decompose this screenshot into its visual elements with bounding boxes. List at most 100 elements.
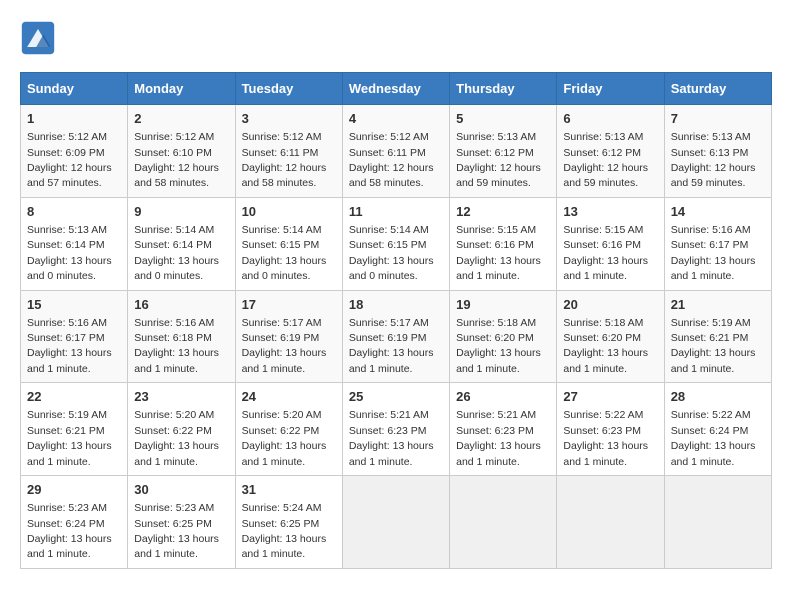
day-number: 15 [27, 296, 121, 314]
calendar-cell: 4 Sunrise: 5:12 AM Sunset: 6:11 PM Daylig… [342, 105, 449, 198]
day-info: Sunrise: 5:20 AM Sunset: 6:22 PM Dayligh… [242, 409, 327, 467]
calendar-cell: 5Sunrise: 5:13 AM Sunset: 6:12 PM Daylig… [450, 105, 557, 198]
day-info: Sunrise: 5:15 AM Sunset: 6:16 PM Dayligh… [456, 224, 541, 282]
calendar-cell: 18 Sunrise: 5:17 AM Sunset: 6:19 PM Dayli… [342, 290, 449, 383]
logo [20, 20, 62, 56]
calendar-cell: 27Sunrise: 5:22 AM Sunset: 6:23 PM Dayli… [557, 383, 664, 476]
day-info: Sunrise: 5:18 AM Sunset: 6:20 PM Dayligh… [456, 317, 541, 375]
calendar-cell: 22 Sunrise: 5:19 AM Sunset: 6:21 PM Dayli… [21, 383, 128, 476]
day-number: 6 [563, 110, 657, 128]
calendar-cell [450, 476, 557, 569]
day-info: Sunrise: 5:16 AM Sunset: 6:17 PM Dayligh… [671, 224, 756, 282]
calendar-cell: 7 Sunrise: 5:13 AM Sunset: 6:13 PM Daylig… [664, 105, 771, 198]
day-info: Sunrise: 5:20 AM Sunset: 6:22 PM Dayligh… [134, 409, 219, 467]
calendar-cell: 14 Sunrise: 5:16 AM Sunset: 6:17 PM Dayli… [664, 197, 771, 290]
calendar-cell: 21 Sunrise: 5:19 AM Sunset: 6:21 PM Dayli… [664, 290, 771, 383]
day-number: 31 [242, 481, 336, 499]
day-number: 18 [349, 296, 443, 314]
day-info: Sunrise: 5:14 AM Sunset: 6:15 PM Dayligh… [242, 224, 327, 282]
day-number: 24 [242, 388, 336, 406]
calendar-cell: 2Sunrise: 5:12 AM Sunset: 6:10 PM Daylig… [128, 105, 235, 198]
day-number: 26 [456, 388, 550, 406]
calendar-cell: 31 Sunrise: 5:24 AM Sunset: 6:25 PM Dayli… [235, 476, 342, 569]
calendar-cell: 30 Sunrise: 5:23 AM Sunset: 6:25 PM Dayli… [128, 476, 235, 569]
day-info: Sunrise: 5:17 AM Sunset: 6:19 PM Dayligh… [349, 317, 434, 375]
day-info: Sunrise: 5:13 AM Sunset: 6:12 PM Dayligh… [563, 131, 648, 189]
day-info: Sunrise: 5:19 AM Sunset: 6:21 PM Dayligh… [671, 317, 756, 375]
day-number: 11 [349, 203, 443, 221]
day-info: Sunrise: 5:22 AM Sunset: 6:24 PM Dayligh… [671, 409, 756, 467]
day-number: 12 [456, 203, 550, 221]
day-number: 20 [563, 296, 657, 314]
day-number: 22 [27, 388, 121, 406]
day-number: 13 [563, 203, 657, 221]
logo-icon [20, 20, 56, 56]
day-number: 2 [134, 110, 228, 128]
header-wednesday: Wednesday [342, 73, 449, 105]
calendar-week-row: 15 Sunrise: 5:16 AM Sunset: 6:17 PM Dayli… [21, 290, 772, 383]
day-info: Sunrise: 5:22 AM Sunset: 6:23 PM Dayligh… [563, 409, 648, 467]
day-number: 8 [27, 203, 121, 221]
day-number: 17 [242, 296, 336, 314]
calendar-week-row: 22 Sunrise: 5:19 AM Sunset: 6:21 PM Dayli… [21, 383, 772, 476]
page-header [20, 20, 772, 56]
calendar-cell: 29Sunrise: 5:23 AM Sunset: 6:24 PM Dayli… [21, 476, 128, 569]
day-number: 3 [242, 110, 336, 128]
calendar-cell: 20 Sunrise: 5:18 AM Sunset: 6:20 PM Dayli… [557, 290, 664, 383]
calendar-cell: 26Sunrise: 5:21 AM Sunset: 6:23 PM Dayli… [450, 383, 557, 476]
day-number: 16 [134, 296, 228, 314]
day-info: Sunrise: 5:18 AM Sunset: 6:20 PM Dayligh… [563, 317, 648, 375]
calendar-cell: 25Sunrise: 5:21 AM Sunset: 6:23 PM Dayli… [342, 383, 449, 476]
day-info: Sunrise: 5:17 AM Sunset: 6:19 PM Dayligh… [242, 317, 327, 375]
calendar-cell: 17 Sunrise: 5:17 AM Sunset: 6:19 PM Dayli… [235, 290, 342, 383]
day-number: 30 [134, 481, 228, 499]
day-info: Sunrise: 5:23 AM Sunset: 6:25 PM Dayligh… [134, 502, 219, 560]
calendar-cell: 24 Sunrise: 5:20 AM Sunset: 6:22 PM Dayli… [235, 383, 342, 476]
day-number: 25 [349, 388, 443, 406]
calendar-cell: 16 Sunrise: 5:16 AM Sunset: 6:18 PM Dayli… [128, 290, 235, 383]
calendar-cell: 11 Sunrise: 5:14 AM Sunset: 6:15 PM Dayli… [342, 197, 449, 290]
day-number: 1 [27, 110, 121, 128]
header-tuesday: Tuesday [235, 73, 342, 105]
day-info: Sunrise: 5:16 AM Sunset: 6:18 PM Dayligh… [134, 317, 219, 375]
day-info: Sunrise: 5:16 AM Sunset: 6:17 PM Dayligh… [27, 317, 112, 375]
day-info: Sunrise: 5:13 AM Sunset: 6:13 PM Dayligh… [671, 131, 756, 189]
calendar-cell: 23 Sunrise: 5:20 AM Sunset: 6:22 PM Dayli… [128, 383, 235, 476]
day-number: 23 [134, 388, 228, 406]
calendar-cell: 13 Sunrise: 5:15 AM Sunset: 6:16 PM Dayli… [557, 197, 664, 290]
calendar-cell: 1Sunrise: 5:12 AM Sunset: 6:09 PM Daylig… [21, 105, 128, 198]
day-number: 10 [242, 203, 336, 221]
calendar-cell: 3Sunrise: 5:12 AM Sunset: 6:11 PM Daylig… [235, 105, 342, 198]
header-saturday: Saturday [664, 73, 771, 105]
day-number: 9 [134, 203, 228, 221]
calendar-cell: 6 Sunrise: 5:13 AM Sunset: 6:12 PM Daylig… [557, 105, 664, 198]
day-info: Sunrise: 5:15 AM Sunset: 6:16 PM Dayligh… [563, 224, 648, 282]
calendar-week-row: 1Sunrise: 5:12 AM Sunset: 6:09 PM Daylig… [21, 105, 772, 198]
calendar-cell [557, 476, 664, 569]
calendar-cell: 28Sunrise: 5:22 AM Sunset: 6:24 PM Dayli… [664, 383, 771, 476]
calendar-cell: 9 Sunrise: 5:14 AM Sunset: 6:14 PM Daylig… [128, 197, 235, 290]
calendar-cell: 8 Sunrise: 5:13 AM Sunset: 6:14 PM Daylig… [21, 197, 128, 290]
day-number: 7 [671, 110, 765, 128]
day-info: Sunrise: 5:14 AM Sunset: 6:14 PM Dayligh… [134, 224, 219, 282]
day-info: Sunrise: 5:14 AM Sunset: 6:15 PM Dayligh… [349, 224, 434, 282]
day-info: Sunrise: 5:24 AM Sunset: 6:25 PM Dayligh… [242, 502, 327, 560]
calendar-table: SundayMondayTuesdayWednesdayThursdayFrid… [20, 72, 772, 569]
day-info: Sunrise: 5:13 AM Sunset: 6:14 PM Dayligh… [27, 224, 112, 282]
day-info: Sunrise: 5:19 AM Sunset: 6:21 PM Dayligh… [27, 409, 112, 467]
day-number: 14 [671, 203, 765, 221]
calendar-week-row: 29Sunrise: 5:23 AM Sunset: 6:24 PM Dayli… [21, 476, 772, 569]
calendar-cell: 15 Sunrise: 5:16 AM Sunset: 6:17 PM Dayli… [21, 290, 128, 383]
calendar-week-row: 8 Sunrise: 5:13 AM Sunset: 6:14 PM Daylig… [21, 197, 772, 290]
day-info: Sunrise: 5:12 AM Sunset: 6:11 PM Dayligh… [349, 131, 434, 189]
day-number: 4 [349, 110, 443, 128]
day-number: 19 [456, 296, 550, 314]
day-number: 5 [456, 110, 550, 128]
header-monday: Monday [128, 73, 235, 105]
calendar-cell: 19 Sunrise: 5:18 AM Sunset: 6:20 PM Dayli… [450, 290, 557, 383]
day-number: 29 [27, 481, 121, 499]
day-number: 21 [671, 296, 765, 314]
calendar-cell: 10 Sunrise: 5:14 AM Sunset: 6:15 PM Dayli… [235, 197, 342, 290]
calendar-cell [342, 476, 449, 569]
calendar-header-row: SundayMondayTuesdayWednesdayThursdayFrid… [21, 73, 772, 105]
